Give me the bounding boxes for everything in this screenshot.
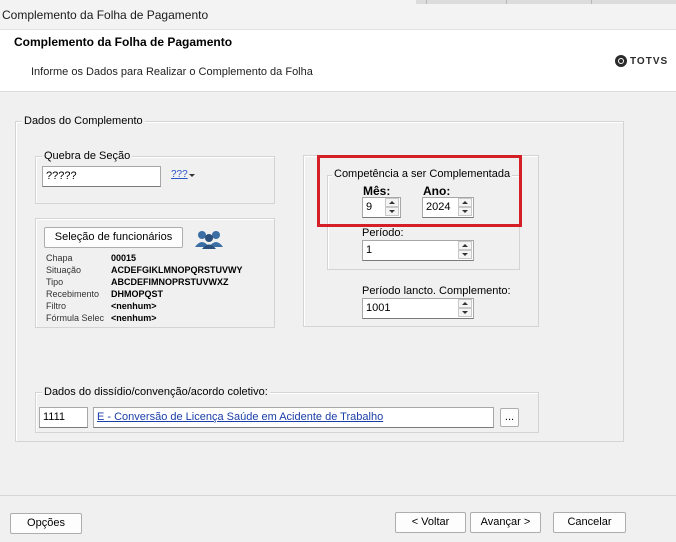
spin-up-icon[interactable]	[458, 241, 472, 250]
chapa-value: 00015	[111, 253, 137, 263]
page-subtitle: Informe os Dados para Realizar o Complem…	[31, 66, 313, 78]
filtro-label: Filtro	[46, 301, 66, 311]
recebimento-label: Recebimento	[46, 289, 100, 299]
periodo-spinner[interactable]	[458, 241, 472, 260]
people-icon	[194, 228, 224, 250]
cancelar-button[interactable]: Cancelar	[553, 512, 626, 533]
logo-text: TOTVS	[630, 55, 669, 67]
recebimento-value: DHMOPQST	[111, 289, 164, 299]
spin-up-icon[interactable]	[458, 299, 472, 308]
situacao-label: Situação	[46, 265, 82, 275]
chapa-label: Chapa	[46, 253, 73, 263]
quebra-picker-button[interactable]: ???	[171, 169, 195, 183]
opcoes-button[interactable]: Opções	[10, 513, 82, 534]
avancar-button[interactable]: Avançar >	[470, 512, 541, 533]
footer-divider	[0, 495, 676, 496]
tipo-label: Tipo	[46, 277, 64, 287]
page-title: Complemento da Folha de Pagamento	[14, 35, 233, 49]
chevron-down-icon	[189, 174, 195, 177]
quebra-secao-input[interactable]: ?????	[42, 166, 161, 187]
dissidio-code-input[interactable]: 1111	[39, 407, 88, 428]
periodo-input[interactable]: 1	[362, 240, 474, 261]
periodo-lancto-input[interactable]: 1001	[362, 298, 474, 319]
tipo-value: ABCDEFIMNOPRSTUVWXZ	[111, 277, 229, 287]
totvs-logo-icon	[615, 55, 627, 67]
spin-down-icon[interactable]	[458, 308, 472, 317]
window-title: Complemento da Folha de Pagamento	[2, 8, 209, 22]
spin-down-icon[interactable]	[458, 250, 472, 259]
voltar-button[interactable]: < Voltar	[395, 512, 466, 533]
quebra-picker-label: ???	[171, 169, 188, 180]
dissidio-description-field[interactable]: E - Conversão de Licença Saúde em Aciden…	[93, 407, 494, 428]
totvs-logo: TOTVS	[615, 54, 668, 68]
periodo-lancto-spinner[interactable]	[458, 299, 472, 318]
wizard-header: Complemento da Folha de Pagamento Inform…	[0, 30, 676, 92]
title-bar: Complemento da Folha de Pagamento	[0, 0, 676, 30]
dissidio-description-link[interactable]: E - Conversão de Licença Saúde em Aciden…	[97, 411, 383, 423]
wizard-window: Complemento da Folha de Pagamento Comple…	[0, 0, 676, 542]
situacao-value: ACDEFGIKLMNOPQRSTUVWY	[111, 265, 243, 275]
title-bar-strip	[416, 0, 676, 4]
dados-complemento-label: Dados do Complemento	[22, 115, 145, 127]
periodo-lancto-value: 1001	[366, 302, 391, 314]
dissidio-browse-button[interactable]: ...	[500, 408, 519, 427]
periodo-label: Período:	[362, 227, 404, 239]
dissidio-label: Dados do dissídio/convenção/acordo colet…	[42, 386, 270, 398]
periodo-lancto-label: Período lancto. Complemento:	[362, 285, 511, 297]
periodo-value: 1	[366, 244, 373, 256]
selecao-funcionarios-button[interactable]: Seleção de funcionários	[44, 227, 183, 248]
filtro-value: <nenhum>	[111, 301, 157, 311]
highlight-box	[317, 155, 522, 227]
formula-selec-value: <nenhum>	[111, 313, 157, 323]
quebra-secao-label: Quebra de Seção	[42, 150, 133, 162]
formula-selec-label: Fórmula Selec	[46, 313, 105, 323]
